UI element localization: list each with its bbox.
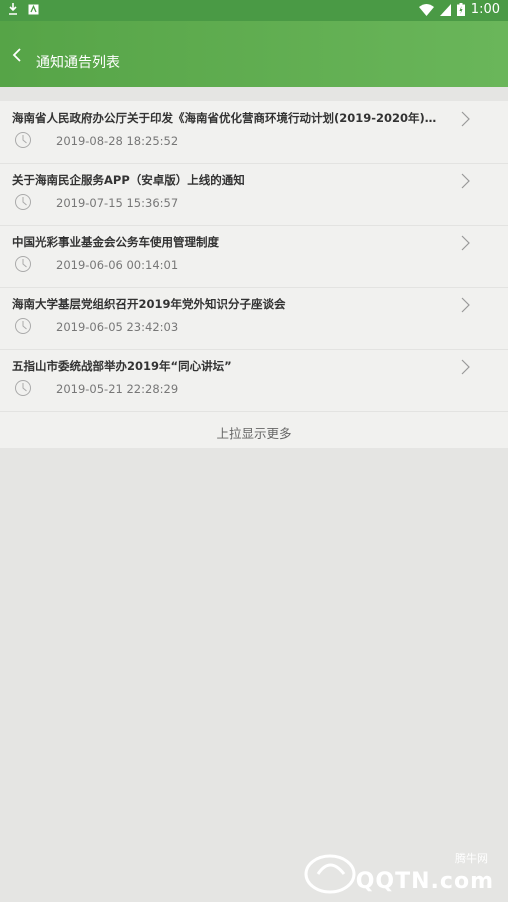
watermark-site: QQTN.com: [355, 869, 494, 894]
clock-icon: [15, 194, 31, 210]
chevron-right-icon: [461, 111, 470, 127]
signal-icon: [439, 3, 451, 16]
chevron-right-icon: [461, 297, 470, 313]
notice-date: 2019-06-05 23:42:03: [56, 320, 179, 334]
list-item[interactable]: 中国光彩事业基金会公务车使用管理制度 2019-06-06 00:14:01: [0, 225, 508, 288]
notice-title: 海南大学基层党组织召开2019年党外知识分子座谈会: [12, 297, 286, 311]
notice-title: 五指山市委统战部举办2019年“同心讲坛”: [12, 359, 232, 373]
list-item[interactable]: 海南省人民政府办公厅关于印发《海南省优化营商环境行动计划(2019-2020年)…: [0, 101, 508, 164]
notification-icon: [28, 4, 39, 14]
chevron-right-icon: [461, 173, 470, 189]
app-bar: 通知通告列表: [0, 21, 508, 87]
clock-icon: [15, 380, 31, 396]
download-icon: [9, 3, 17, 15]
chevron-right-icon: [461, 359, 470, 375]
list-item[interactable]: 海南大学基层党组织召开2019年党外知识分子座谈会 2019-06-05 23:…: [0, 287, 508, 350]
wifi-icon: [418, 3, 434, 16]
notice-date: 2019-05-21 22:28:29: [56, 382, 179, 396]
back-arrow-icon[interactable]: [9, 44, 27, 66]
notice-date: 2019-06-06 00:14:01: [56, 258, 179, 272]
chevron-right-icon: [461, 235, 470, 251]
status-time: 1:00: [470, 2, 500, 17]
notice-title: 海南省人民政府办公厅关于印发《海南省优化营商环境行动计划(2019-2020年)…: [12, 111, 444, 125]
clock-icon: [15, 132, 31, 148]
notice-date: 2019-07-15 15:36:57: [56, 196, 179, 210]
clock-icon: [15, 256, 31, 272]
list-item[interactable]: 五指山市委统战部举办2019年“同心讲坛” 2019-05-21 22:28:2…: [0, 349, 508, 412]
battery-icon: [456, 3, 465, 16]
clock-icon: [15, 318, 31, 334]
status-bar: 1:00: [0, 0, 508, 21]
notice-title: 关于海南民企服务APP（安卓版）上线的通知: [12, 173, 245, 187]
page-title: 通知通告列表: [36, 55, 120, 71]
load-more-hint: 上拉显示更多: [216, 426, 292, 441]
list-item[interactable]: 关于海南民企服务APP（安卓版）上线的通知 2019-07-15 15:36:5…: [0, 163, 508, 226]
watermark-cn: 腾牛网: [455, 852, 488, 865]
notice-list: 海南省人民政府办公厅关于印发《海南省优化营商环境行动计划(2019-2020年)…: [0, 101, 508, 448]
notice-date: 2019-08-28 18:25:52: [56, 134, 179, 148]
notice-title: 中国光彩事业基金会公务车使用管理制度: [12, 235, 219, 249]
